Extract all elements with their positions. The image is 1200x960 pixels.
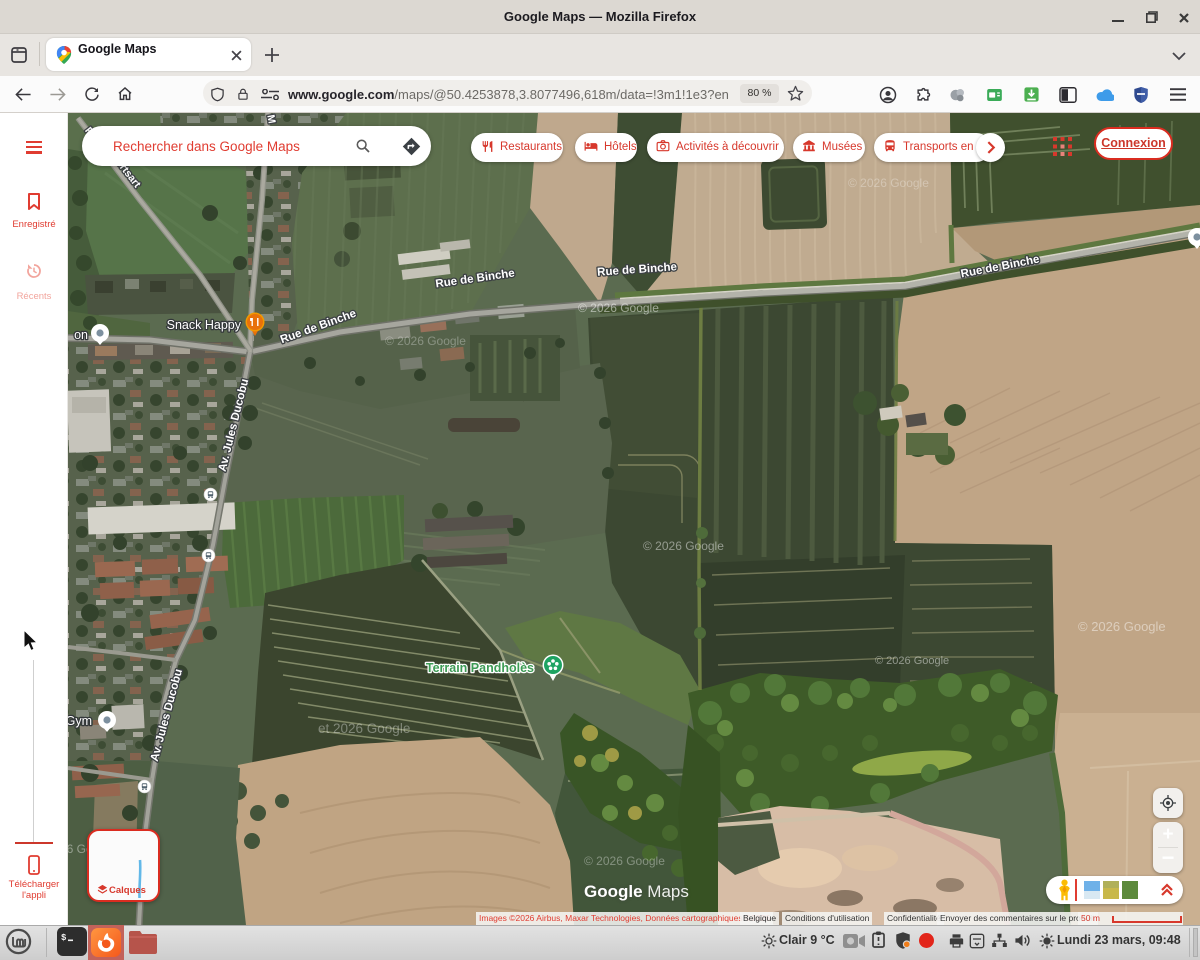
svg-text:Snack Happy: Snack Happy	[167, 318, 242, 332]
svg-text:© 2026 Google: © 2026 Google	[385, 334, 466, 348]
svg-text:on: on	[74, 328, 88, 342]
svg-text:© 2026 Google: © 2026 Google	[643, 539, 724, 553]
svg-text:Terrain Pandholès: Terrain Pandholès	[426, 661, 534, 675]
svg-text:© 2026 Google: © 2026 Google	[848, 176, 929, 190]
svg-text:Gym: Gym	[66, 714, 92, 728]
svg-text:© 2026 Google: © 2026 Google	[578, 301, 659, 315]
svg-text:© 2026 Google: © 2026 Google	[1078, 619, 1166, 634]
svg-text:© 2026 Google: © 2026 Google	[584, 854, 665, 868]
svg-text:$: $	[61, 933, 67, 943]
svg-text:© 2026 Google: © 2026 Google	[875, 655, 949, 667]
svg-text:et 2026 Google: et 2026 Google	[318, 721, 410, 736]
